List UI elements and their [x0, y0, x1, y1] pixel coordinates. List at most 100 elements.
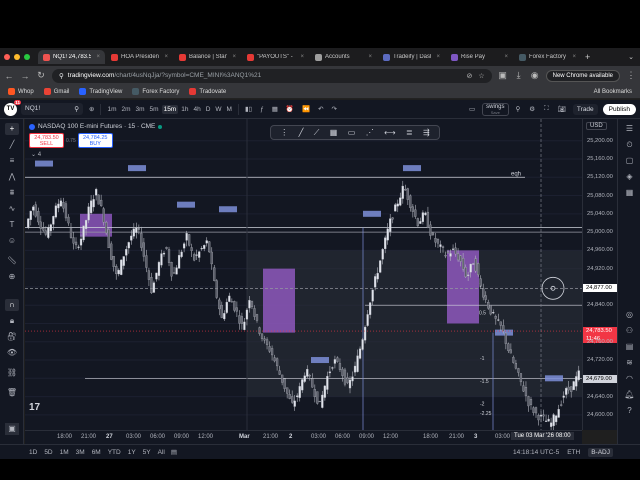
alert-icon[interactable]: ⏰ [284, 104, 296, 114]
profile-icon[interactable]: ◉ [530, 70, 540, 81]
text-tool-icon[interactable]: T [5, 219, 19, 231]
site-info-icon[interactable]: ⚲ [59, 72, 64, 80]
range-button[interactable]: 6M [92, 449, 101, 456]
bookmark-item[interactable]: Forex Factory [132, 88, 179, 95]
broadcast-icon[interactable]: ◠ [623, 373, 636, 384]
eye-icon[interactable]: 👁︎ [5, 347, 19, 359]
compare-add-icon[interactable]: ⊕ [87, 104, 96, 114]
layout-icon[interactable]: ▭ [467, 104, 477, 114]
drag-handle-icon[interactable]: ⋮ [280, 128, 288, 137]
back-arrow-icon[interactable]: ← [4, 71, 14, 81]
buy-button[interactable]: 24,784.25 BUY [77, 133, 113, 148]
bookmark-item[interactable]: TradingView [79, 88, 122, 95]
close-window-button[interactable] [4, 54, 10, 60]
tab-close-icon[interactable]: × [164, 54, 168, 60]
browser-tab[interactable]: HOA President… × [106, 50, 173, 64]
new-chrome-available-button[interactable]: New Chrome available [545, 69, 620, 82]
range-button[interactable]: 1D [29, 449, 37, 456]
interval-button[interactable]: 4h [191, 105, 202, 114]
candle-type-icon[interactable]: ▮▯ [243, 104, 254, 114]
clock-timezone[interactable]: 14:18:14 UTC-5 [513, 449, 559, 456]
fib-tool-icon[interactable]: ≣ [406, 128, 413, 137]
rect-tool-icon[interactable]: ▭ [348, 128, 356, 137]
time-axis[interactable]: 18:00 21:00 27 03:00 06:00 09:00 12:00 Mar 21:00… [25, 430, 582, 444]
minimize-window-button[interactable] [14, 54, 20, 60]
tab-close-icon[interactable]: × [436, 54, 440, 60]
snapshot-camera-icon[interactable]: 📷︎ [556, 104, 568, 114]
maximize-window-button[interactable] [24, 54, 30, 60]
horizontal-lines-icon[interactable]: ≡ [5, 155, 19, 167]
calendar-icon[interactable]: ▦ [623, 187, 636, 198]
pattern-icon[interactable]: ⋀ [5, 171, 19, 183]
interval-button[interactable]: 1h [179, 105, 190, 114]
browser-tab[interactable]: "PAYOUTS" - … × [242, 50, 309, 64]
interval-button[interactable]: 2m [119, 105, 132, 114]
trend-line-icon[interactable]: ╱ [5, 139, 19, 151]
watchlist-icon[interactable]: ☰ [623, 123, 636, 134]
browser-tab[interactable]: NQ1! 24,783.5… × [38, 50, 105, 64]
bookmark-item[interactable]: Gmail [43, 88, 69, 95]
bookmark-star-icon[interactable]: ☆ [478, 72, 484, 80]
range-button[interactable]: 1Y [128, 449, 136, 456]
tab-close-icon[interactable]: × [572, 54, 576, 60]
interval-button[interactable]: 5m [148, 105, 161, 114]
tab-search-chevron-icon[interactable]: ⌄ [628, 53, 634, 61]
reload-icon[interactable]: ↻ [36, 70, 46, 81]
tab-close-icon[interactable]: × [368, 54, 372, 60]
browser-tab[interactable]: Rise Pay × [446, 50, 513, 64]
symbol-search[interactable]: NQ1! ⚲ [21, 103, 83, 115]
trash-icon[interactable]: 🗑︎ [5, 387, 19, 399]
replay-icon[interactable]: ⏪ [300, 104, 312, 114]
settings-gear-icon[interactable]: ⚙ [527, 104, 537, 114]
redo-icon[interactable]: ↷ [330, 104, 339, 114]
indicators-icon[interactable]: ƒ [258, 105, 266, 114]
ray-tool-icon[interactable]: ⟋ [314, 128, 320, 138]
lock-icon[interactable]: 🔒︎ [5, 315, 19, 327]
chrome-menu-icon[interactable]: ⋮ [626, 70, 636, 81]
downloads-icon[interactable]: ⤓ [514, 70, 524, 81]
hide-icon[interactable]: ⊘ [466, 72, 472, 80]
emoji-icon[interactable]: ☺ [5, 235, 19, 247]
zoom-in-icon[interactable]: ⊕ [5, 271, 19, 283]
url-omnibox[interactable]: ⚲ tradingview.com/chart/4usNqJja/?symbol… [52, 68, 492, 83]
date-range-icon[interactable]: ▤ [171, 448, 177, 456]
object-tree-icon[interactable]: ▣ [5, 423, 19, 435]
tab-close-icon[interactable]: × [232, 54, 236, 60]
ruler-icon[interactable]: 📏︎ [5, 255, 19, 267]
undo-icon[interactable]: ↶ [316, 104, 325, 114]
back-adjust-toggle[interactable]: B-ADJ [588, 447, 613, 457]
chart-pane[interactable]: eqh10.5-1-1.5-2-2.25 NASDAQ 100 E-mini F… [25, 119, 582, 430]
all-bookmarks-link[interactable]: All Bookmarks [594, 89, 632, 95]
position-tool-icon[interactable]: ⇶ [423, 128, 430, 137]
alerts-clock-icon[interactable]: ⏲ [623, 139, 636, 150]
layers-icon[interactable]: ◈ [623, 171, 636, 182]
tab-close-icon[interactable]: × [300, 54, 304, 60]
fib-icon[interactable]: ⩩ [5, 187, 19, 199]
currency-selector[interactable]: USD [586, 122, 607, 130]
tab-close-icon[interactable]: × [504, 54, 508, 60]
magnet-icon[interactable]: ∩ [5, 299, 19, 311]
range-button[interactable]: YTD [108, 449, 121, 456]
publish-button[interactable]: Publish [602, 103, 636, 115]
extension-icon[interactable]: ▣ [498, 70, 508, 81]
bookmark-item[interactable]: Tradovate [189, 88, 226, 95]
hline-tool-icon[interactable]: ⟷ [384, 128, 395, 137]
templates-icon[interactable]: ▦ [270, 104, 280, 114]
quick-search-icon[interactable]: ⚲ [514, 104, 523, 114]
price-chart[interactable]: eqh10.5-1-1.5-2-2.25 [25, 119, 582, 430]
forward-arrow-icon[interactable]: → [20, 71, 30, 81]
link-icon[interactable]: ⛓︎ [5, 367, 19, 379]
range-button[interactable]: 5D [44, 449, 52, 456]
range-button[interactable]: All [158, 449, 165, 456]
brush-icon[interactable]: ∿ [5, 203, 19, 215]
notifications-bell-icon[interactable]: 🔔︎ [623, 389, 636, 400]
sell-button[interactable]: 24,783.50 SELL [29, 133, 64, 148]
tab-close-icon[interactable]: × [96, 54, 100, 60]
browser-tab[interactable]: Accounts × [310, 50, 377, 64]
session-eth[interactable]: ETH [567, 449, 580, 456]
hotlist-icon[interactable]: ≋ [623, 357, 636, 368]
interval-button[interactable]: 15m [161, 104, 179, 114]
browser-tab[interactable]: Tradeify | Dash… × [378, 50, 445, 64]
line-tool-icon[interactable]: ╱ [299, 128, 304, 137]
browser-tab[interactable]: Balance | Stand… × [174, 50, 241, 64]
